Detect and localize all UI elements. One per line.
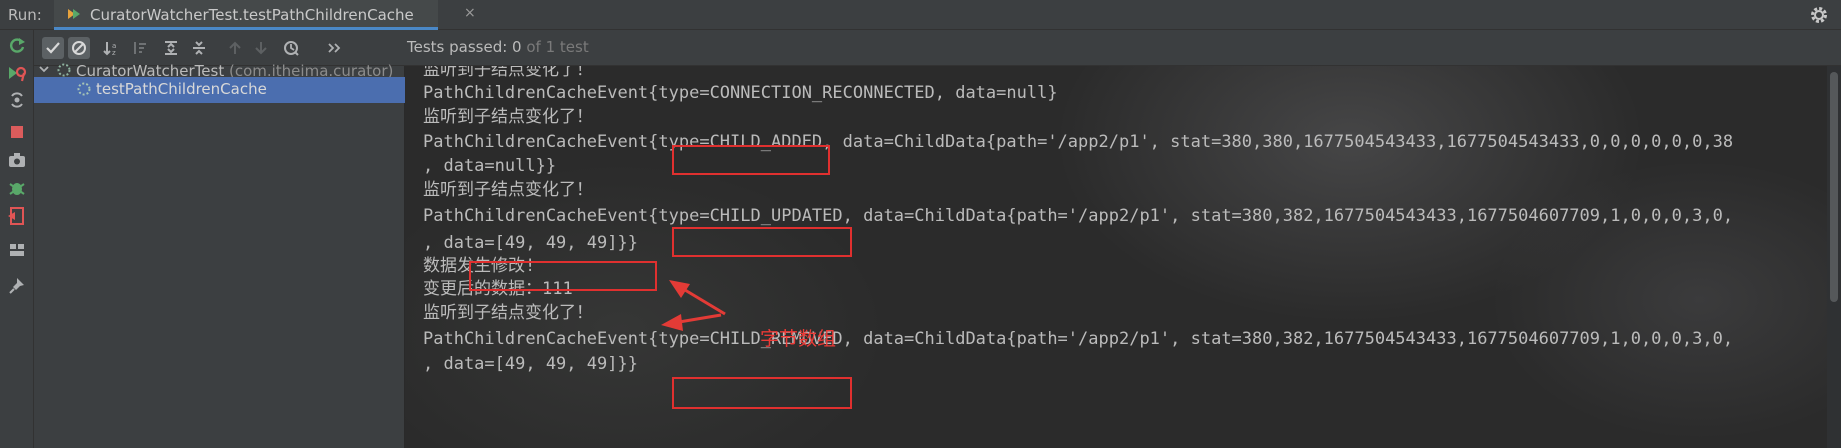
rerun-icon[interactable] (7, 36, 27, 56)
debug-icon[interactable] (7, 178, 27, 198)
tree-row-test-method[interactable]: testPathChildrenCache (34, 77, 405, 103)
rerun-failed-icon[interactable] (7, 64, 27, 84)
arrow-head (669, 280, 690, 298)
toggle-auto-test-icon[interactable] (7, 90, 27, 110)
annotation-label: 字节数组 (760, 328, 837, 350)
stop-icon[interactable] (7, 122, 27, 142)
gear-icon[interactable] (1809, 5, 1829, 25)
passed-count: 0 (512, 38, 522, 56)
console-output[interactable]: 监听到子结点变化了！ PathChildrenCacheEvent{type=C… (405, 66, 1825, 448)
run-label: Run: (8, 6, 42, 24)
running-spinner-icon (76, 81, 92, 101)
sort-alpha-icon[interactable]: az (100, 37, 122, 59)
prev-failed-icon[interactable] (224, 37, 246, 59)
left-toolbar (0, 30, 34, 448)
total-tests: of 1 test (521, 38, 589, 56)
test-run-icon (66, 6, 82, 22)
more-icon[interactable] (324, 37, 346, 59)
test-status: Tests passed: 0 of 1 test (407, 38, 589, 56)
scrollbar-thumb[interactable] (1830, 72, 1838, 302)
run-tab[interactable]: CuratorWatcherTest.testPathChildrenCache… (54, 0, 476, 30)
pin-icon[interactable] (7, 276, 27, 296)
next-failed-icon[interactable] (250, 37, 272, 59)
collapse-all-icon[interactable] (188, 37, 210, 59)
annotation-arrows (661, 280, 726, 331)
run-tab-title: CuratorWatcherTest.testPathChildrenCache (90, 6, 414, 24)
layout-icon[interactable] (7, 240, 27, 260)
svg-text:z: z (112, 49, 116, 56)
run-toolwindow-header: Run: CuratorWatcherTest.testPathChildren… (0, 0, 1841, 30)
console-scrollbar[interactable] (1827, 66, 1841, 448)
close-tab-icon[interactable]: × (464, 5, 476, 21)
show-passed-icon[interactable] (42, 37, 64, 59)
sort-duration-icon[interactable] (128, 37, 150, 59)
status-label: Tests passed: (407, 38, 513, 56)
expand-all-icon[interactable] (160, 37, 182, 59)
test-tree: CuratorWatcherTest (com.itheima.curator)… (34, 62, 405, 448)
show-ignored-icon[interactable] (68, 37, 90, 59)
history-icon[interactable] (280, 37, 302, 59)
test-method-name: testPathChildrenCache (96, 80, 267, 98)
arrow-head (661, 314, 683, 331)
exit-icon[interactable] (7, 206, 27, 226)
screenshot-icon[interactable] (7, 150, 27, 170)
